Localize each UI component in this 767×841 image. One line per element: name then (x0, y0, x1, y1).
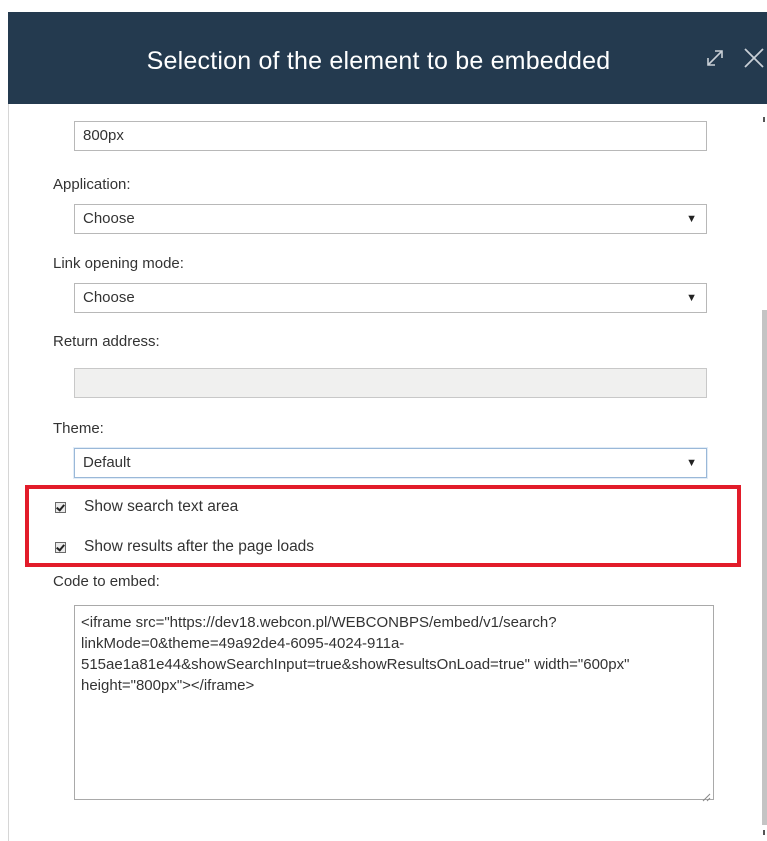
resize-grip-icon[interactable] (701, 787, 711, 802)
embed-code-text: <iframe src="https://dev18.webcon.pl/WEB… (81, 614, 630, 694)
scroll-up-arrow[interactable] (763, 117, 765, 122)
application-select[interactable]: Choose ▼ (74, 204, 707, 234)
panel-border (8, 104, 9, 841)
dialog-header: Selection of the element to be embedded (8, 12, 767, 104)
show-results-after-load-option[interactable]: Show results after the page loads (55, 536, 314, 558)
show-results-after-load-label: Show results after the page loads (84, 538, 315, 555)
show-results-after-load-checkbox[interactable] (55, 541, 66, 553)
embed-dialog: Selection of the element to be embedded … (0, 0, 767, 841)
application-select-value: Choose (83, 210, 135, 227)
show-search-text-area-option[interactable]: Show search text area (55, 496, 238, 518)
return-address-label: Return address: (53, 333, 160, 350)
link-opening-mode-select-value: Choose (83, 289, 135, 306)
show-search-text-area-checkbox[interactable] (55, 501, 66, 513)
return-address-input (74, 368, 707, 398)
dialog-title: Selection of the element to be embedded (146, 47, 611, 75)
show-search-text-area-label: Show search text area (84, 498, 239, 515)
chevron-down-icon: ▼ (686, 292, 697, 304)
scroll-down-arrow[interactable] (763, 830, 765, 835)
theme-select-value: Default (83, 454, 131, 471)
application-label: Application: (53, 176, 131, 193)
embed-code-textarea[interactable]: <iframe src="https://dev18.webcon.pl/WEB… (74, 605, 714, 802)
expand-icon[interactable] (702, 45, 728, 71)
close-icon[interactable] (741, 45, 767, 71)
chevron-down-icon: ▼ (686, 457, 697, 469)
link-opening-mode-label: Link opening mode: (53, 255, 184, 272)
height-input[interactable]: 800px (74, 121, 707, 151)
code-to-embed-label: Code to embed: (53, 573, 160, 590)
scrollbar-thumb[interactable] (762, 310, 767, 825)
chevron-down-icon: ▼ (686, 213, 697, 225)
theme-label: Theme: (53, 420, 104, 437)
link-opening-mode-select[interactable]: Choose ▼ (74, 283, 707, 313)
theme-select[interactable]: Default ▼ (74, 448, 707, 478)
